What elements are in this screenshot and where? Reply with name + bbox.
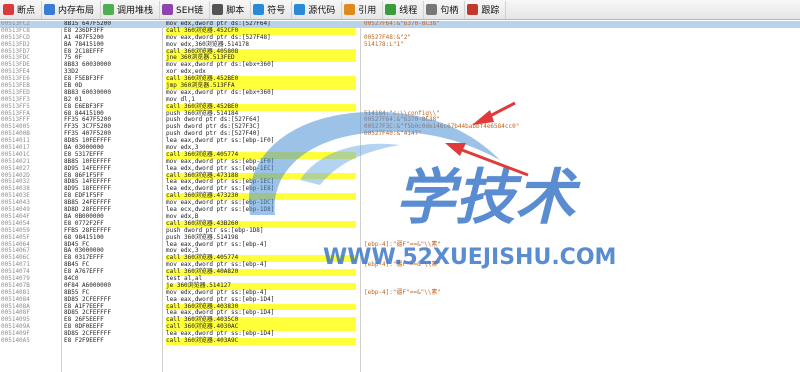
disasm-row[interactable]: 0051404F BA 0B000000 mov edx,B xyxy=(0,213,800,221)
disasm-row[interactable]: 0051409A E8 0DF0EEFF call 360浏览器.4030AC xyxy=(0,323,800,332)
disasm-row[interactable]: 0051401C E8 5317EFFF call 360浏览器.405774 xyxy=(0,151,800,159)
disasm-row[interactable]: 00514043 8B85 24FEFFFF mov eax,dword ptr s… xyxy=(0,199,800,207)
disasm-row[interactable]: 00514011 8D85 10FEFFFF lea eax,dword ptr s… xyxy=(0,137,800,145)
disasm-row[interactable]: 0051402D E8 86F1F5FF call 360浏览器.473188 xyxy=(0,172,800,180)
disasm-row[interactable]: 0051408F 8D85 2CFEFFFF lea eax,dword ptr s… xyxy=(0,310,800,317)
toolbar-button-label: 句柄 xyxy=(440,6,459,16)
disasm-row[interactable]: 00513FE6 E8 F5EBF3FF call 360浏览器.452BE0 xyxy=(0,75,800,84)
toolbar-button-label: SEH链 xyxy=(176,6,204,16)
handle-icon xyxy=(426,4,438,15)
disasm-row[interactable]: 00514084 8D85 2CFEFFFF lea eax,dword ptr s… xyxy=(0,296,800,304)
disasm-row[interactable]: 0051408A E8 A1F7EEFF call 360浏览器.403830 xyxy=(0,303,800,311)
toolbar-button-reference[interactable]: 引用 xyxy=(342,0,384,19)
disasm-row[interactable]: 00514081 8B55 FC mov edx,dword ptr ss:[ebp… xyxy=(0,288,800,297)
column-divider xyxy=(61,21,62,372)
toolbar-button-label: 断点 xyxy=(17,6,36,16)
symbol-icon xyxy=(253,4,265,15)
disasm-row[interactable]: 00514064 8D45 FC lea eax,dword ptr ss:[ebp… xyxy=(0,240,800,249)
disasm-row[interactable]: 00514071 8B45 FC mov eax,dword ptr ss:[ebp… xyxy=(0,261,800,269)
disasm-row[interactable]: 00514067 BA 03000000 mov edx,3 xyxy=(0,247,800,255)
disasm-row[interactable]: 00514054 E8 0772F2FF call 360浏览器.43B260 xyxy=(0,220,800,228)
toolbar-button-script[interactable]: 脚本 xyxy=(210,0,252,19)
seh-icon xyxy=(162,4,174,15)
toolbar-button-label: 引用 xyxy=(358,6,377,16)
toolbar-button-callstack[interactable]: 调用堆栈 xyxy=(101,0,161,19)
comment-cell: 00527F48:&"2" xyxy=(364,33,411,41)
disasm-row[interactable]: 00514095 E8 26F5EEFF call 360浏览器.4035C0 xyxy=(0,316,800,325)
disasm-row[interactable]: 00514079 84C0 test al,al xyxy=(0,275,800,283)
trace-icon xyxy=(467,4,479,15)
toolbar-button-label: 调用堆栈 xyxy=(117,6,154,16)
disasm-row[interactable]: 0051403E E8 EDF1F5FF call 360浏览器.473230 xyxy=(0,192,800,201)
column-divider xyxy=(360,21,361,372)
memory-icon xyxy=(44,4,56,15)
comment-cell: [ebp-4]:"疆F"==&"\\素" xyxy=(364,261,442,269)
disasm-row[interactable]: 00513FD2 BA 78415100 mov edx,360浏览器.514178… xyxy=(0,40,800,49)
toolbar-button-label: 符号 xyxy=(267,6,286,16)
toolbar-button-source[interactable]: 源代码 xyxy=(292,0,343,19)
source-icon xyxy=(294,4,306,15)
toolbar-button-memory[interactable]: 内存布局 xyxy=(42,0,102,19)
disassembly-view[interactable]: 00513FC2 8B15 647F5200 mov edx,dword ptr d… xyxy=(0,21,800,372)
toolbar-button-label: 脚本 xyxy=(226,6,245,16)
bytes-cell: E8 F2F9EEFF xyxy=(64,336,104,344)
reference-icon xyxy=(344,4,356,15)
disasm-row[interactable]: 00514074 E8 A767EFFF call 360浏览器.40A820 xyxy=(0,268,800,276)
script-icon xyxy=(212,4,224,15)
toolbar-button-label: 跟踪 xyxy=(481,6,500,16)
comment-cell: [ebp-4]:"疆F"==&"\\素" xyxy=(364,288,442,296)
disasm-row[interactable]: 0051400B FF35 407F5200 push dword ptr ds:[… xyxy=(0,130,800,138)
address-cell: 005140A5 xyxy=(1,336,30,344)
disasm-row[interactable]: 00513FC2 8B15 647F5200 mov edx,dword ptr d… xyxy=(0,21,800,28)
disasm-row[interactable]: 00514059 FFB5 28FEFFFF push dword ptr ss:[… xyxy=(0,227,800,235)
disasm-row[interactable]: 00514038 8D95 18FEFFFF lea edx,dword ptr s… xyxy=(0,185,800,193)
disasm-row[interactable]: 00513FDE 8B83 60030000 mov eax,dword ptr d… xyxy=(0,61,800,69)
disasm-row[interactable]: 00513FE4 33D2 xor edx,edx xyxy=(0,68,800,76)
disasm-row[interactable]: 00513FD7 E8 2C18EFFF call 360浏览器.405808 xyxy=(0,48,800,56)
disasm-row[interactable]: 00514021 8B85 10FEFFFF mov eax,dword ptr s… xyxy=(0,158,800,166)
breakpoint-icon xyxy=(3,4,14,15)
comment-cell: 00527F3C:&"f5b0c0de146c67b44babbf4e6584c… xyxy=(364,123,520,131)
thread-icon xyxy=(385,4,397,15)
disasm-row[interactable]: 00514027 8D95 14FEFFFF lea edx,dword ptr s… xyxy=(0,165,800,173)
disasm-row[interactable]: 00513FF3 B2 01 mov dl,1 xyxy=(0,96,800,104)
comment-cell: 00527F40:&"4147" xyxy=(364,130,422,138)
toolbar-button-thread[interactable]: 线程 xyxy=(383,0,425,19)
comment-cell: [ebp-4]:"疆F"==&"\\素" xyxy=(364,240,442,248)
disasm-row[interactable]: 00514032 8D85 14FEFFFF lea eax,dword ptr s… xyxy=(0,179,800,186)
toolbar-button-handle[interactable]: 句柄 xyxy=(424,0,466,19)
toolbar-button-label: 内存布局 xyxy=(58,6,95,16)
disasm-row[interactable]: 0051409F 8D85 2CFEFFFF lea eax,dword ptr s… xyxy=(0,330,800,338)
toolbar-button-trace[interactable]: 跟踪 xyxy=(465,0,507,19)
disasm-row[interactable]: 00513FED 8B83 60030000 mov eax,dword ptr d… xyxy=(0,89,800,97)
instruction-cell: call 360浏览器.403A9C xyxy=(166,337,356,345)
disasm-row[interactable]: 00513FDC 75 0F jne 360浏览器.513FED xyxy=(0,55,800,63)
toolbar-button-seh[interactable]: SEH链 xyxy=(160,0,211,19)
comment-cell: 514178:L"1" xyxy=(364,40,404,48)
column-divider xyxy=(162,21,163,372)
callstack-icon xyxy=(103,4,115,15)
toolbar-button-breakpoint[interactable]: 断点 xyxy=(1,0,43,19)
disasm-row[interactable]: 00514017 BA 03000000 mov edx,3 xyxy=(0,144,800,152)
disasm-row[interactable]: 00513FEB EB 0D jmp 360浏览器.513FFA xyxy=(0,82,800,90)
toolbar-button-label: 源代码 xyxy=(308,6,336,16)
toolbar-button-symbol[interactable]: 符号 xyxy=(251,0,293,19)
disasm-row[interactable]: 00514049 8D8D 28FEFFFF lea ecx,dword ptr s… xyxy=(0,206,800,214)
toolbar-button-label: 线程 xyxy=(399,6,418,16)
comment-cell: 00527F64:&"6370-8C38" xyxy=(364,21,440,27)
disasm-row[interactable]: 005140A5 E8 F2F9EEFF call 360浏览器.403A9C xyxy=(0,336,800,345)
debugger-toolbar: 断点 内存布局 调用堆栈 SEH链 脚本 符号 源代码 引用 线程 句柄 跟踪 xyxy=(0,0,800,20)
